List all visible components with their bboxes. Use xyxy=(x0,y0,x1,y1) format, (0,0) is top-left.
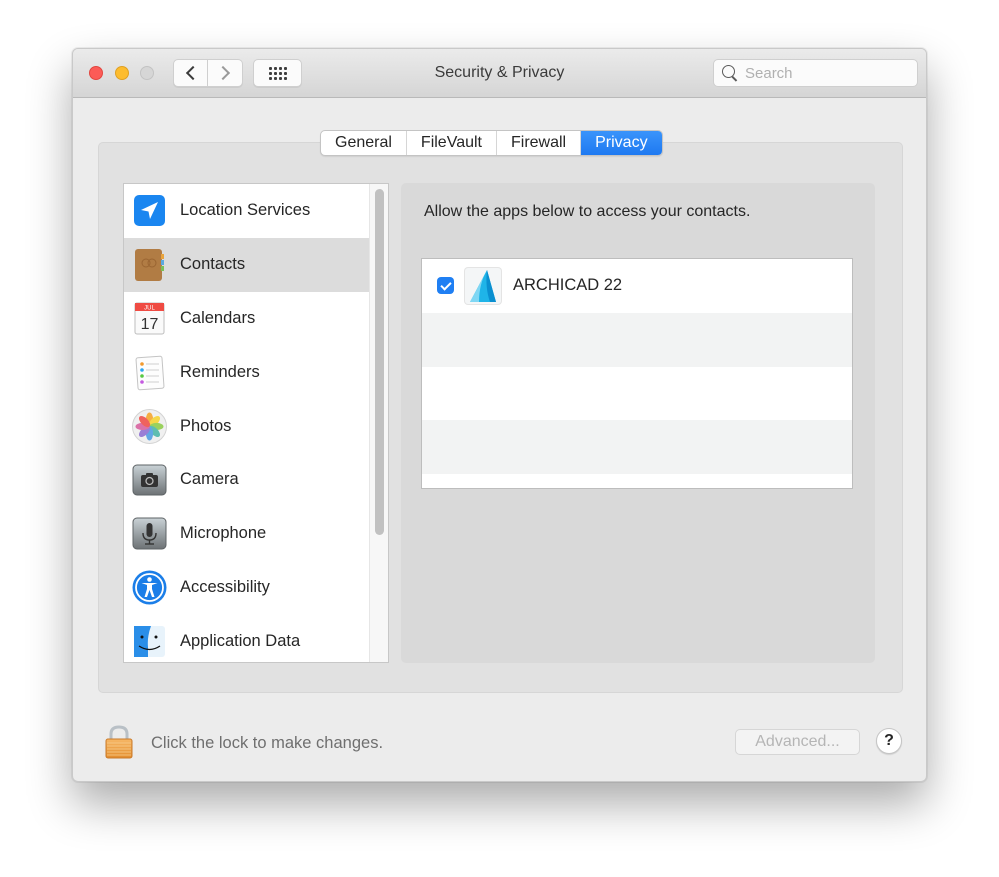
app-row[interactable]: ARCHICAD 22 xyxy=(422,259,852,313)
tab-filevault[interactable]: FileVault xyxy=(407,131,497,155)
photos-flower-icon xyxy=(131,408,168,445)
sidebar-item-camera[interactable]: Camera xyxy=(124,453,369,507)
sidebar-item-label: Application Data xyxy=(180,631,301,650)
sidebar-item-application-data[interactable]: Application Data xyxy=(124,614,369,662)
empty-row xyxy=(422,367,852,421)
detail-panel: Allow the apps below to access your cont… xyxy=(401,183,875,663)
sidebar-item-microphone[interactable]: Microphone xyxy=(124,507,369,561)
archicad-icon xyxy=(465,267,501,304)
tab-privacy[interactable]: Privacy xyxy=(581,131,662,155)
calendar-icon: JUL 17 xyxy=(131,300,168,337)
sidebar-item-photos[interactable]: Photos xyxy=(124,399,369,453)
lock-hint-text: Click the lock to make changes. xyxy=(151,734,384,752)
help-button[interactable]: ? xyxy=(876,728,902,754)
sidebar-item-label: Photos xyxy=(180,416,232,435)
location-arrow-icon xyxy=(131,192,168,229)
empty-row xyxy=(422,312,852,367)
sidebar-item-accessibility[interactable]: Accessibility xyxy=(124,561,369,615)
advanced-button[interactable]: Advanced... xyxy=(735,729,860,755)
title-bar: Security & Privacy xyxy=(73,49,926,98)
padlock-icon[interactable] xyxy=(105,725,133,759)
search-input[interactable] xyxy=(745,64,905,82)
sidebar-item-label: Location Services xyxy=(180,201,311,220)
sidebar-item-label: Microphone xyxy=(180,524,267,543)
svg-text:17: 17 xyxy=(141,316,159,333)
accessibility-icon xyxy=(131,569,168,606)
app-name: ARCHICAD 22 xyxy=(513,276,623,295)
sidebar-item-location-services[interactable]: Location Services xyxy=(124,184,369,238)
search-field[interactable] xyxy=(713,59,918,87)
reminders-list-icon xyxy=(131,354,168,391)
microphone-icon xyxy=(131,515,168,552)
sidebar-item-label: Camera xyxy=(180,470,239,489)
sidebar-item-label: Contacts xyxy=(180,255,246,274)
sidebar-scrollbar[interactable] xyxy=(369,184,388,662)
sidebar-item-reminders[interactable]: Reminders xyxy=(124,345,369,399)
privacy-category-list: Location Services Contacts JUL 17 Calend… xyxy=(123,183,389,663)
svg-text:JUL: JUL xyxy=(144,305,155,311)
camera-icon xyxy=(131,461,168,498)
app-access-checkbox[interactable] xyxy=(437,277,454,295)
scrollbar-thumb[interactable] xyxy=(375,189,384,535)
app-list: ARCHICAD 22 xyxy=(421,258,853,489)
search-icon xyxy=(720,63,740,83)
sidebar-item-label: Calendars xyxy=(180,308,256,327)
detail-description: Allow the apps below to access your cont… xyxy=(424,203,751,220)
security-privacy-window: Security & Privacy General FileVault Fir… xyxy=(72,48,927,782)
sidebar-item-label: Reminders xyxy=(180,362,260,381)
sidebar-item-label: Accessibility xyxy=(180,577,270,596)
tab-general[interactable]: General xyxy=(321,131,407,155)
contacts-book-icon xyxy=(131,246,168,283)
finder-icon xyxy=(131,623,168,660)
sidebar-item-contacts[interactable]: Contacts xyxy=(124,237,369,292)
empty-row xyxy=(422,420,852,475)
tab-bar: General FileVault Firewall Privacy xyxy=(320,130,663,156)
tab-firewall[interactable]: Firewall xyxy=(497,131,582,155)
sidebar-item-calendars[interactable]: JUL 17 Calendars xyxy=(124,292,369,346)
